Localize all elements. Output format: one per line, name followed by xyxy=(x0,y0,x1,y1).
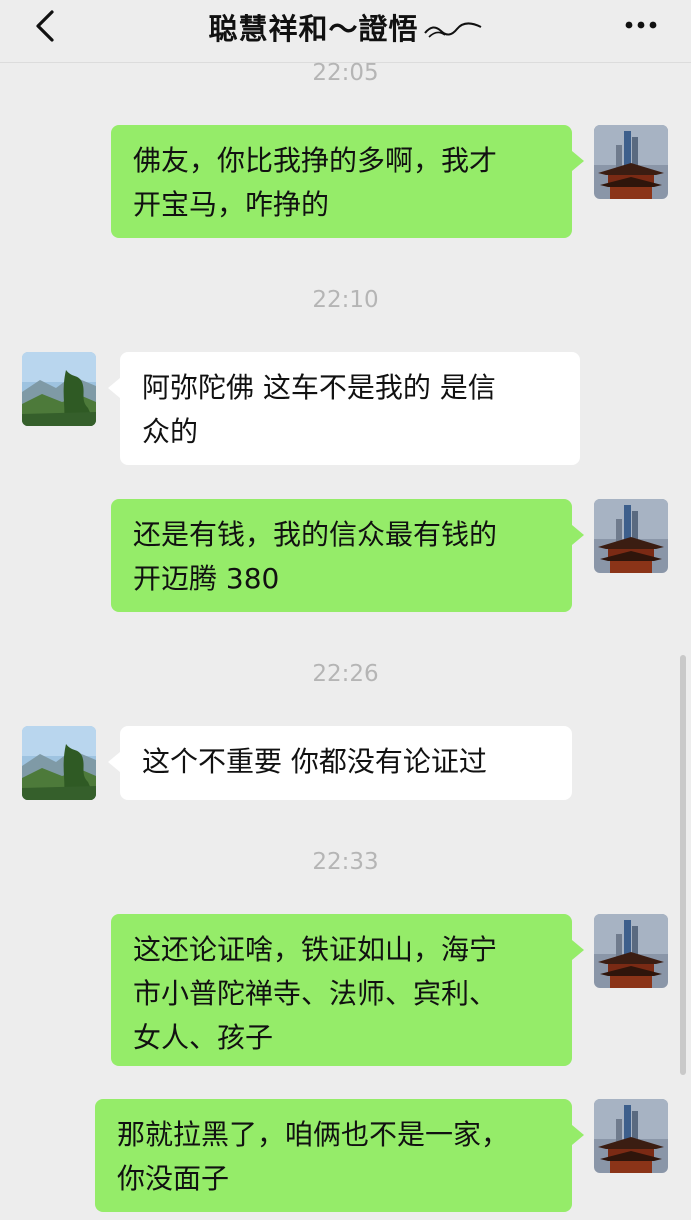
bubble-tail xyxy=(108,378,120,398)
mountain-landscape-avatar-icon xyxy=(22,726,96,800)
bubble-tail xyxy=(572,525,584,545)
my-message-bubble[interactable]: 这还论证啥，铁证如山，海宁 市小普陀禅寺、法师、宾利、 女人、孩子 xyxy=(111,914,572,1066)
timestamp: 22:26 xyxy=(312,661,379,687)
my-avatar[interactable] xyxy=(594,499,668,573)
chat-title-text: 聪慧祥和～證悟 xyxy=(208,12,419,46)
bubble-tail xyxy=(572,1125,584,1145)
chat-header: 聪慧祥和～證悟 xyxy=(0,0,691,63)
bubble-tail xyxy=(108,752,120,772)
timestamp: 22:05 xyxy=(312,60,379,86)
temple-tower-avatar-icon xyxy=(594,499,668,573)
my-message-bubble[interactable]: 佛友，你比我挣的多啊，我才 开宝马，咋挣的 xyxy=(111,125,572,238)
temple-tower-avatar-icon xyxy=(594,125,668,199)
more-dots-icon[interactable] xyxy=(621,10,661,40)
bubble-tail xyxy=(572,151,584,171)
my-avatar[interactable] xyxy=(594,125,668,199)
timestamp: 22:10 xyxy=(312,287,379,313)
wave-decoration-icon xyxy=(423,22,481,38)
chat-title: 聪慧祥和～證悟 xyxy=(0,6,691,48)
temple-tower-avatar-icon xyxy=(594,1099,668,1173)
contact-message-bubble[interactable]: 这个不重要 你都没有论证过 xyxy=(120,726,572,800)
mountain-landscape-avatar-icon xyxy=(22,352,96,426)
scrollbar[interactable] xyxy=(680,655,686,1075)
my-message-bubble[interactable]: 还是有钱，我的信众最有钱的 开迈腾 380 xyxy=(111,499,572,612)
contact-message-bubble[interactable]: 阿弥陀佛 这车不是我的 是信 众的 xyxy=(120,352,580,465)
contact-avatar[interactable] xyxy=(22,352,96,426)
temple-tower-avatar-icon xyxy=(594,914,668,988)
bubble-tail xyxy=(572,940,584,960)
my-message-bubble[interactable]: 那就拉黑了，咱俩也不是一家， 你没面子 xyxy=(95,1099,572,1212)
contact-avatar[interactable] xyxy=(22,726,96,800)
timestamp: 22:33 xyxy=(312,849,379,875)
my-avatar[interactable] xyxy=(594,1099,668,1173)
my-avatar[interactable] xyxy=(594,914,668,988)
